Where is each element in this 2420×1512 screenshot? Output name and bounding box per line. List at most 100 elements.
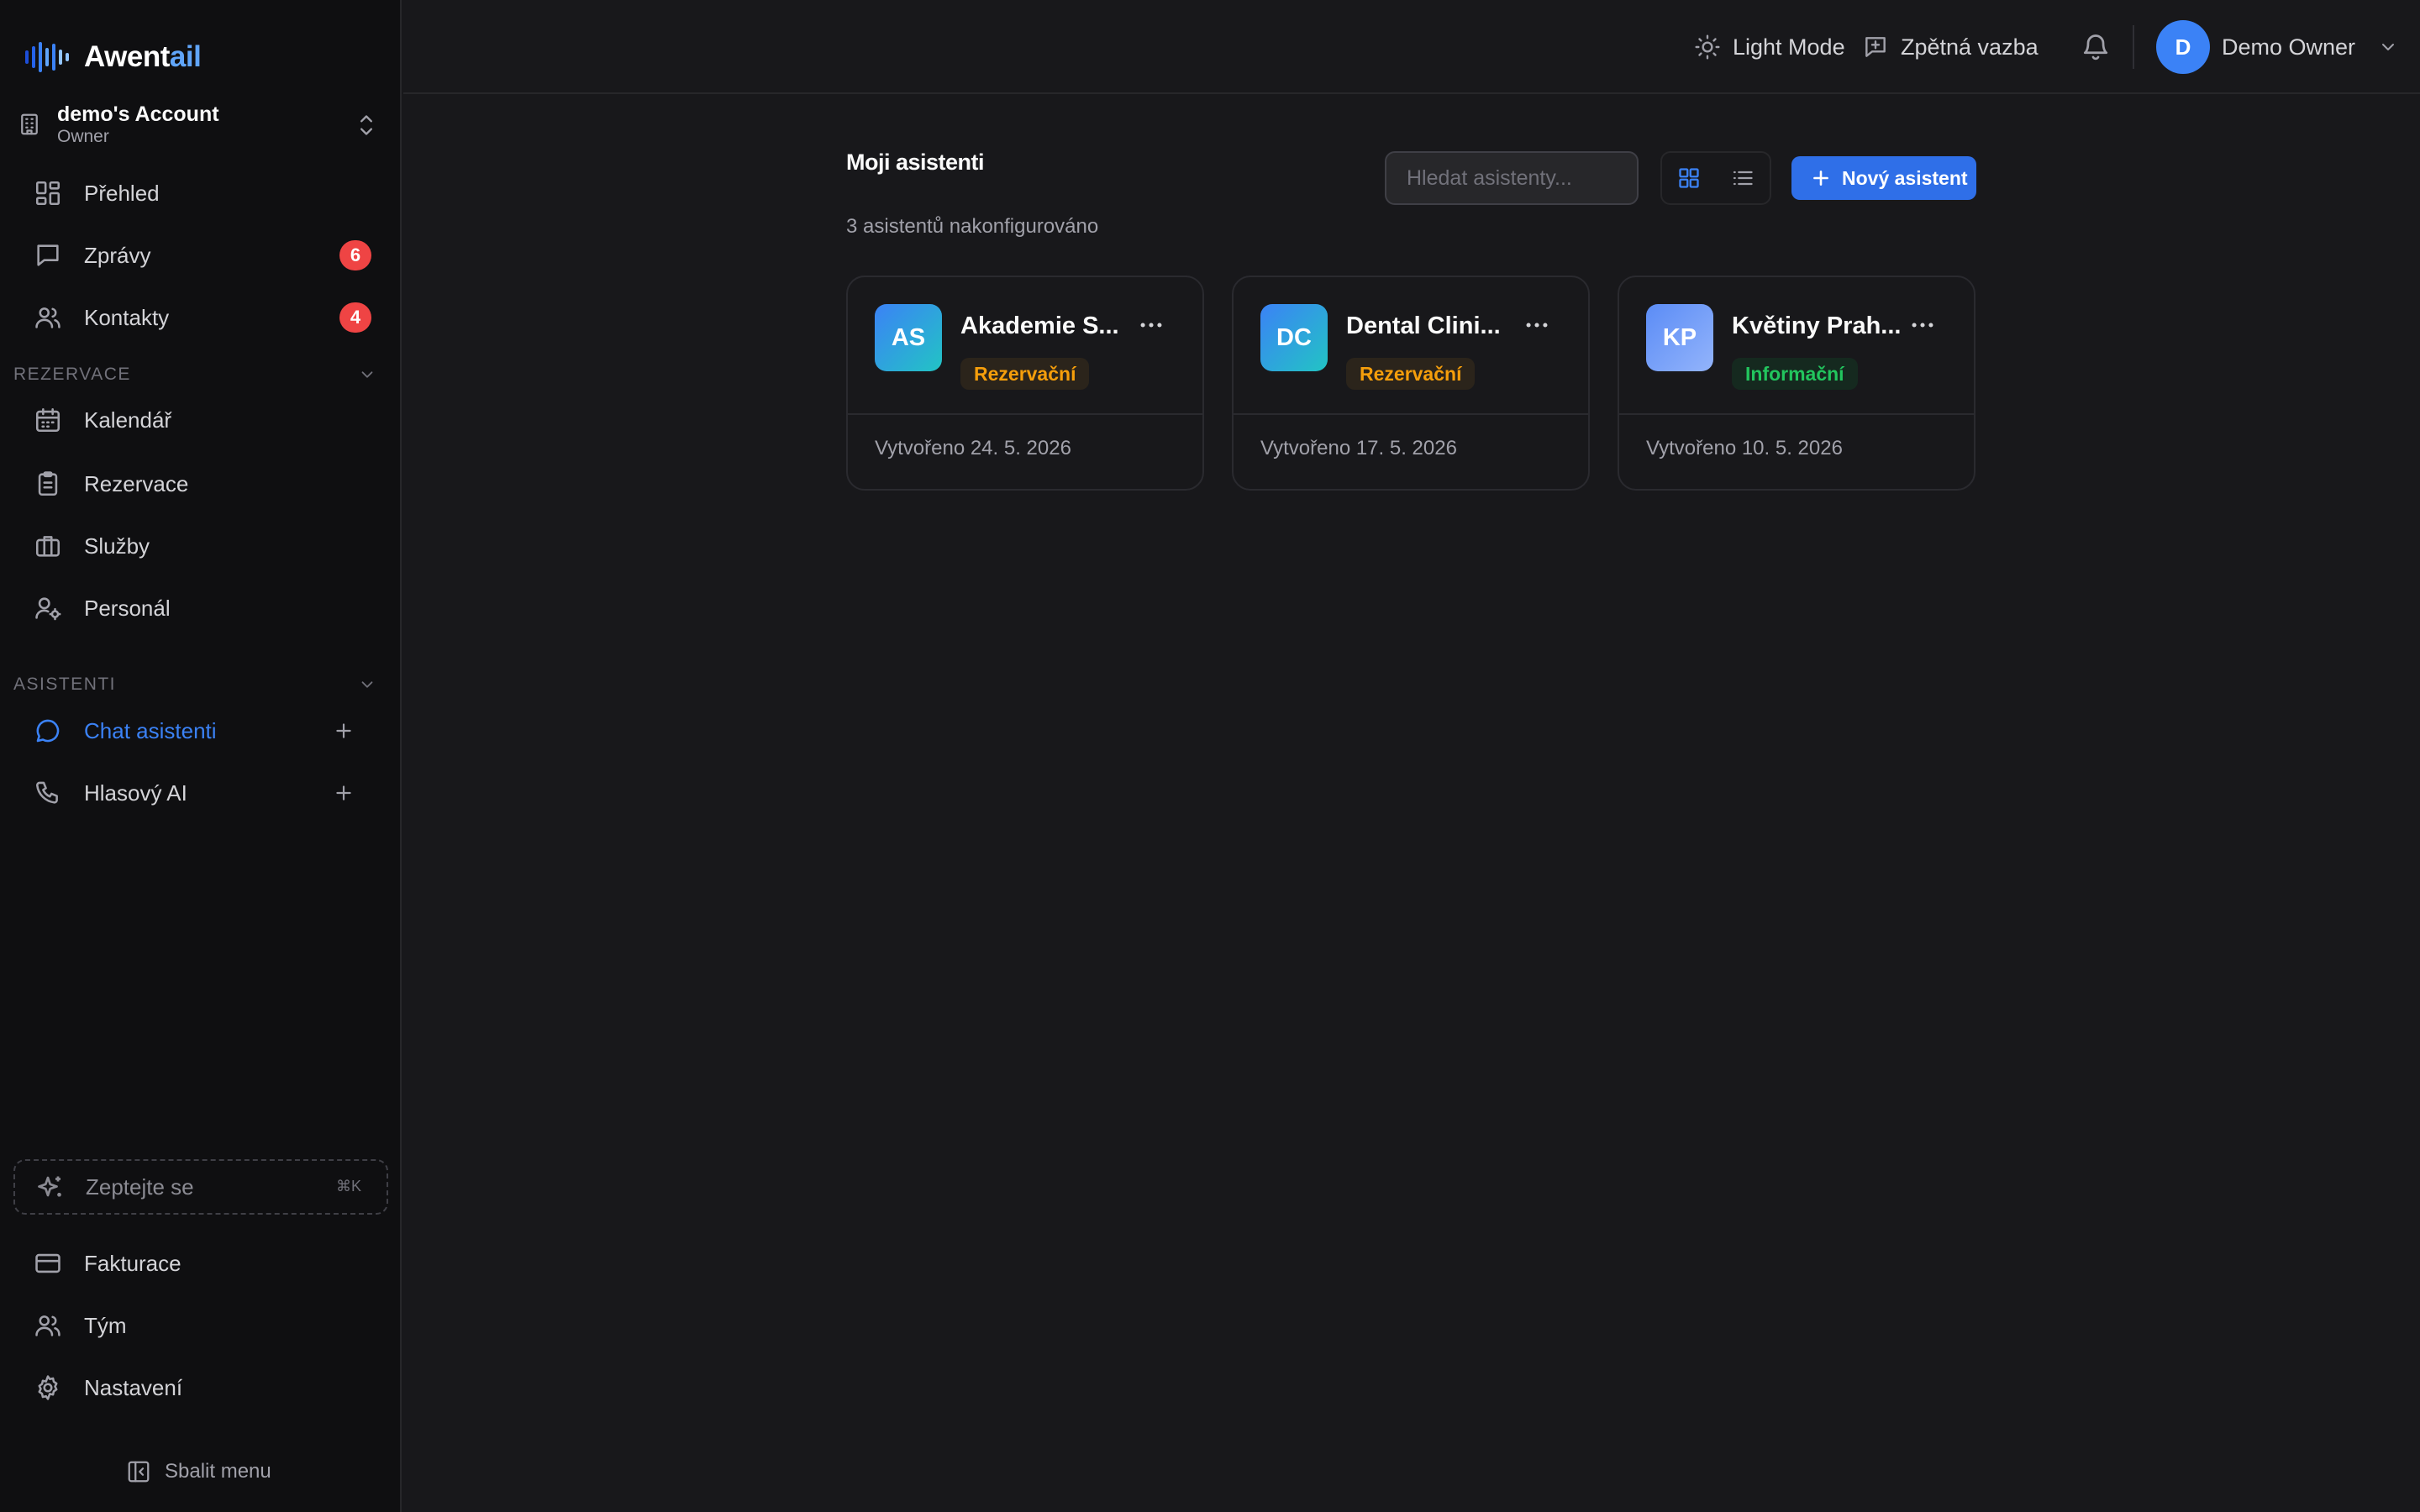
users-icon xyxy=(35,307,60,328)
ask-ai-button[interactable]: Zeptejte se ⌘K xyxy=(13,1159,388,1215)
sidebar-item-label: Personál xyxy=(84,596,171,621)
more-options-icon[interactable] xyxy=(1523,311,1551,339)
assistant-type-badge: Rezervační xyxy=(1346,358,1476,390)
assistant-card[interactable]: KP Květiny Prah... Informační Vytvořeno … xyxy=(1618,276,1975,491)
settings-gear-icon xyxy=(38,1375,58,1400)
assistant-count-text: 3 asistentů nakonfigurováno xyxy=(846,215,1099,238)
card-divider xyxy=(1619,413,1974,415)
assistant-type-badge: Rezervační xyxy=(960,358,1090,390)
chevron-down-icon xyxy=(361,681,373,688)
chevron-down-icon xyxy=(361,371,373,378)
sidebar-item-rezervace[interactable]: Rezervace xyxy=(13,457,388,511)
account-role: Owner xyxy=(57,127,109,146)
account-switcher[interactable]: demo's Account Owner xyxy=(13,94,388,155)
assistant-created-date: Vytvořeno 10. 5. 2026 xyxy=(1646,437,1843,459)
collapse-menu-button[interactable]: Sbalit menu xyxy=(126,1455,271,1488)
grid-view-icon xyxy=(1679,168,1699,188)
bell-icon[interactable] xyxy=(2081,32,2111,62)
sidebar-item-prehled[interactable]: Přehled xyxy=(13,166,388,220)
header-divider xyxy=(2133,25,2134,69)
assistant-card[interactable]: DC Dental Clini... Rezervační Vytvořeno … xyxy=(1232,276,1590,491)
assistant-name: Květiny Prah... xyxy=(1732,312,1902,339)
contacts-count-badge: 4 xyxy=(339,302,371,333)
phone-icon xyxy=(35,781,58,804)
list-view-icon xyxy=(1733,171,1753,186)
account-info: demo's Account Owner xyxy=(57,102,219,147)
section-label: ASISTENTI xyxy=(13,675,117,694)
section-label: REZERVACE xyxy=(13,365,131,384)
brand-logo[interactable]: Awentail xyxy=(25,37,202,77)
panel-left-close-icon xyxy=(128,1461,150,1483)
view-mode-toggle xyxy=(1660,151,1771,205)
layout-grid-icon xyxy=(35,181,60,206)
sidebar-item-label: Nastavení xyxy=(84,1375,183,1400)
collapse-menu-label: Sbalit menu xyxy=(165,1460,271,1483)
feedback-label: Zpětná vazba xyxy=(1901,34,2039,60)
message-circle-icon xyxy=(36,719,60,743)
sidebar-item-hlasovy-ai[interactable]: Hlasový AI xyxy=(13,766,388,820)
app-root: Awentail demo's Account Owner Přehled Zp… xyxy=(0,0,2420,1512)
logo-waveform-icon xyxy=(25,40,69,74)
sidebar-item-label: Chat asistenti xyxy=(84,718,217,743)
top-header: Light Mode Zpětná vazba D Demo Owner xyxy=(403,0,2420,94)
brand-name-main: Awent xyxy=(84,40,170,73)
sidebar-item-label: Tým xyxy=(84,1313,127,1338)
theme-toggle-button[interactable]: Light Mode xyxy=(1694,30,1845,64)
assistant-avatar: AS xyxy=(875,304,942,371)
assistant-avatar: DC xyxy=(1260,304,1328,371)
more-options-icon[interactable] xyxy=(1137,311,1165,339)
sidebar-item-label: Služby xyxy=(84,533,150,559)
assistant-avatar: KP xyxy=(1646,304,1713,371)
sidebar-item-zpravy[interactable]: Zprávy 6 xyxy=(13,228,388,282)
sidebar-item-label: Fakturace xyxy=(84,1251,182,1276)
brand-name-accent: ail xyxy=(169,40,202,73)
sidebar-item-chat-asistenti[interactable]: Chat asistenti xyxy=(13,704,388,758)
section-header-rezervace[interactable]: REZERVACE xyxy=(13,362,388,387)
sidebar-item-label: Kalendář xyxy=(84,407,172,433)
sidebar-item-tym[interactable]: Tým xyxy=(13,1299,388,1352)
theme-toggle-label: Light Mode xyxy=(1733,34,1845,60)
new-assistant-button[interactable]: Nový asistent xyxy=(1791,156,1976,200)
sidebar-item-label: Zprávy xyxy=(84,243,151,268)
feedback-button[interactable]: Zpětná vazba xyxy=(1862,30,2039,64)
sidebar-item-label: Kontakty xyxy=(84,305,170,330)
sidebar-item-sluzby[interactable]: Služby xyxy=(13,519,388,573)
calendar-icon xyxy=(35,407,60,433)
sun-icon xyxy=(1695,34,1720,60)
message-square-plus-icon xyxy=(1865,37,1886,57)
assistant-created-date: Vytvořeno 24. 5. 2026 xyxy=(875,437,1071,459)
sidebar-item-kalendar[interactable]: Kalendář xyxy=(13,393,388,447)
add-voice-ai-icon[interactable] xyxy=(333,782,355,804)
sidebar: Awentail demo's Account Owner Přehled Zp… xyxy=(0,0,402,1512)
user-avatar[interactable]: D xyxy=(2156,20,2210,74)
list-view-button[interactable] xyxy=(1721,158,1765,198)
sidebar-item-kontakty[interactable]: Kontakty 4 xyxy=(13,291,388,344)
users-icon xyxy=(35,1315,60,1336)
building-icon xyxy=(21,113,38,135)
card-divider xyxy=(848,413,1202,415)
account-name: demo's Account xyxy=(57,102,219,126)
assistant-name: Dental Clini... xyxy=(1346,312,1501,339)
sidebar-item-label: Rezervace xyxy=(84,471,189,496)
unread-count-badge: 6 xyxy=(339,240,371,270)
more-options-icon[interactable] xyxy=(1908,311,1937,339)
sidebar-item-personal[interactable]: Personál xyxy=(13,581,388,635)
message-square-icon xyxy=(37,244,59,266)
user-menu-name[interactable]: Demo Owner xyxy=(2222,30,2355,64)
chevron-down-icon[interactable] xyxy=(2378,37,2398,57)
briefcase-icon xyxy=(35,536,60,557)
user-cog-icon xyxy=(35,597,61,621)
add-chat-assistant-icon[interactable] xyxy=(333,720,355,742)
sidebar-item-label: Hlasový AI xyxy=(84,780,187,806)
sidebar-item-fakturace[interactable]: Fakturace xyxy=(13,1236,388,1290)
assistant-card[interactable]: AS Akademie S... Rezervační Vytvořeno 24… xyxy=(846,276,1204,491)
ask-ai-label: Zeptejte se xyxy=(86,1174,194,1200)
assistant-name: Akademie S... xyxy=(960,312,1119,339)
search-input[interactable] xyxy=(1385,151,1639,205)
sidebar-item-nastaveni[interactable]: Nastavení xyxy=(13,1361,388,1415)
brand-name: Awentail xyxy=(84,40,202,74)
section-header-asistenti[interactable]: ASISTENTI xyxy=(13,672,388,697)
grid-view-button[interactable] xyxy=(1667,158,1711,198)
plus-icon xyxy=(1813,171,1828,186)
page-title: Moji asistenti xyxy=(846,150,985,175)
